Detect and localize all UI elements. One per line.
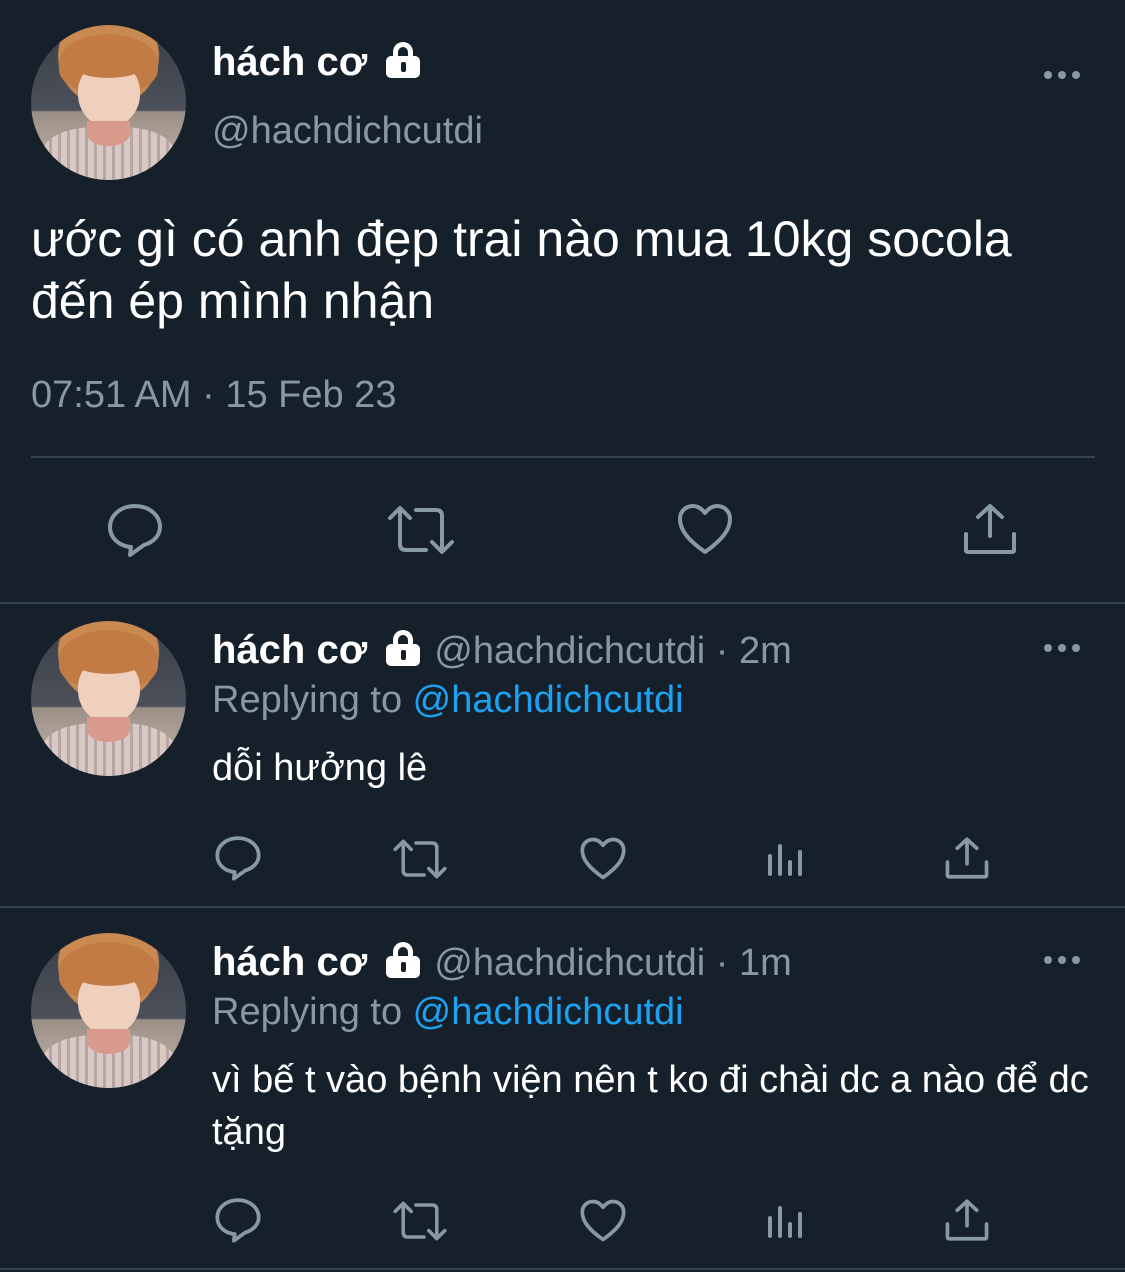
author-name[interactable]: hách cơ: [212, 940, 367, 984]
reply-icon[interactable]: [214, 834, 262, 882]
tweet-text: ước gì có anh đẹp trai nào mua 10kg soco…: [31, 211, 1012, 329]
mention-link[interactable]: @hachdichcutdi: [413, 991, 684, 1033]
more-options-icon[interactable]: [1044, 644, 1080, 652]
reply-header: hách cơ @hachdichcutdi · 2m: [212, 628, 792, 673]
replying-to-label: Replying to: [212, 991, 413, 1033]
more-options-icon[interactable]: [1044, 71, 1080, 79]
lock-icon: [383, 40, 423, 80]
reply-text: dỗi hưởng lê: [212, 747, 428, 789]
avatar[interactable]: [31, 621, 186, 776]
divider: [31, 456, 1095, 458]
author-name[interactable]: hách cơ: [212, 628, 367, 672]
analytics-icon[interactable]: [766, 1202, 806, 1240]
avatar[interactable]: [31, 933, 186, 1088]
divider: [0, 906, 1125, 908]
author-name-text: hách cơ: [212, 40, 368, 84]
like-icon[interactable]: [579, 1198, 627, 1243]
share-icon[interactable]: [944, 1198, 990, 1242]
divider: [0, 1268, 1125, 1270]
share-icon[interactable]: [962, 502, 1018, 556]
author-handle-time[interactable]: @hachdichcutdi · 2m: [434, 630, 792, 672]
like-icon[interactable]: [579, 836, 627, 881]
tweet-thread: hách cơ @hachdichcutdi ước gì có anh đẹp…: [0, 0, 1125, 1272]
divider: [0, 602, 1125, 604]
lock-icon: [383, 628, 423, 668]
reply-text: vì bế t vào bệnh viện nên t ko đi chài d…: [212, 1059, 1089, 1153]
author-handle-time[interactable]: @hachdichcutdi · 1m: [434, 942, 792, 984]
more-options-icon[interactable]: [1044, 956, 1080, 964]
share-icon[interactable]: [944, 836, 990, 880]
author-handle[interactable]: @hachdichcutdi: [212, 110, 483, 153]
like-icon[interactable]: [676, 502, 734, 556]
replying-to: Replying to @hachdichcutdi: [212, 679, 684, 722]
replying-to-label: Replying to: [212, 679, 413, 721]
retweet-icon[interactable]: [392, 1200, 448, 1242]
lock-icon: [383, 940, 423, 980]
replying-to: Replying to @hachdichcutdi: [212, 991, 684, 1034]
analytics-icon[interactable]: [766, 840, 806, 878]
reply-icon[interactable]: [106, 502, 164, 558]
mention-link[interactable]: @hachdichcutdi: [413, 679, 684, 721]
avatar[interactable]: [31, 25, 186, 180]
retweet-icon[interactable]: [386, 504, 456, 556]
reply-header: hách cơ @hachdichcutdi · 1m: [212, 940, 792, 985]
retweet-icon[interactable]: [392, 838, 448, 880]
author-name[interactable]: hách cơ: [212, 40, 423, 85]
tweet-timestamp[interactable]: 07:51 AM · 15 Feb 23: [31, 374, 396, 417]
reply-icon[interactable]: [214, 1196, 262, 1244]
